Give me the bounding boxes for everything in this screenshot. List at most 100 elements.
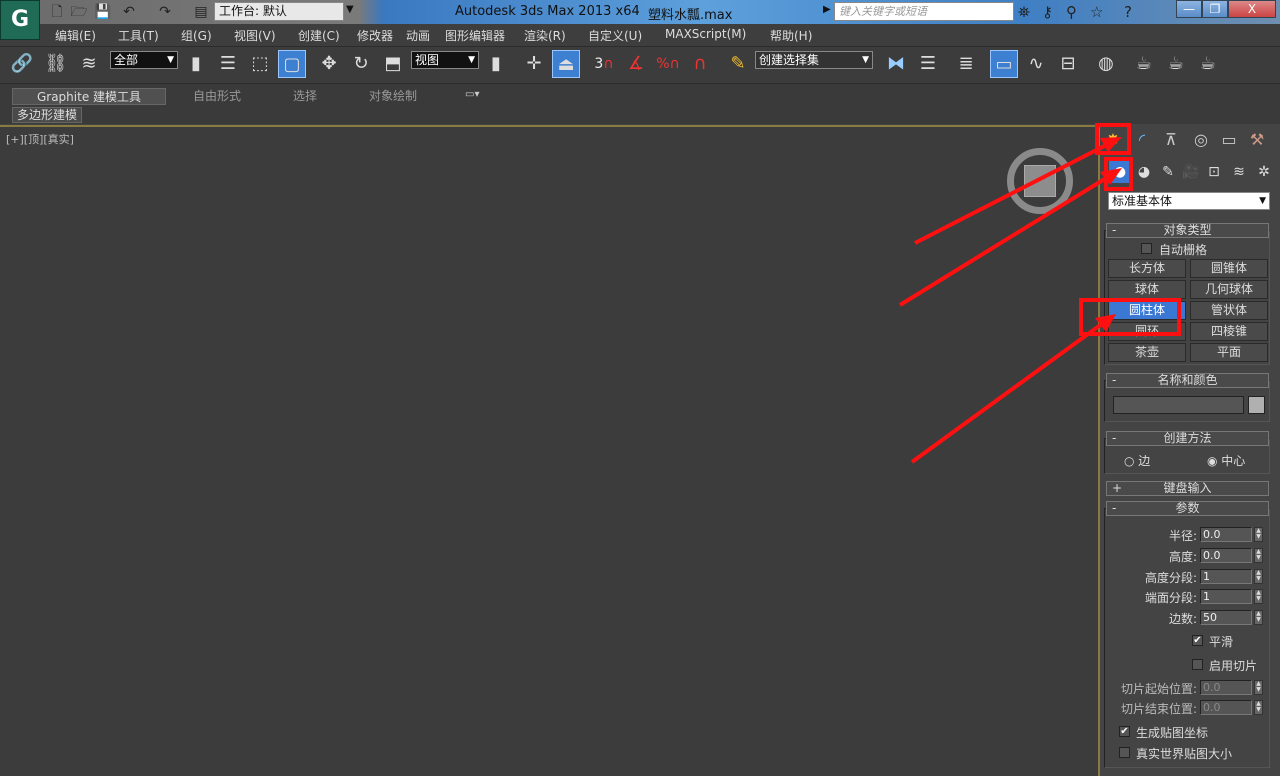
box-button[interactable]: 长方体 bbox=[1108, 259, 1186, 278]
cap-segs-spinner[interactable]: ▲ ▼ bbox=[1254, 589, 1263, 604]
menu-rendering[interactable]: 渲染(R) bbox=[524, 27, 566, 44]
edit-named-selection-icon[interactable]: ✎ bbox=[724, 50, 752, 78]
menu-maxscript[interactable]: MAXScript(M) bbox=[665, 27, 746, 41]
unlink-icon[interactable]: ⛓ bbox=[42, 50, 70, 78]
center-radio[interactable]: ◉ 中心 bbox=[1207, 452, 1245, 469]
tab-selection[interactable]: 选择 bbox=[268, 88, 342, 105]
tab-object-paint[interactable]: 对象绘制 bbox=[346, 88, 440, 105]
menu-modifiers[interactable]: 修改器 bbox=[357, 27, 393, 44]
name-color-header[interactable]: - 名称和颜色 bbox=[1106, 373, 1269, 388]
height-segs-spinner[interactable]: ▲ ▼ bbox=[1254, 569, 1263, 584]
edge-radio[interactable]: ○ 边 bbox=[1124, 452, 1150, 469]
menu-views[interactable]: 视图(V) bbox=[234, 27, 276, 44]
render-setup-icon[interactable]: ☕ bbox=[1130, 50, 1158, 78]
plane-button[interactable]: 平面 bbox=[1190, 343, 1268, 362]
render-production-icon[interactable]: ☕ bbox=[1194, 50, 1222, 78]
menu-create[interactable]: 创建(C) bbox=[298, 27, 340, 44]
object-type-header[interactable]: - 对象类型 bbox=[1106, 223, 1269, 238]
expand-search-icon[interactable]: ▶ bbox=[823, 4, 831, 15]
menu-group[interactable]: 组(G) bbox=[181, 27, 212, 44]
snap-toggle-icon[interactable]: 3∩ bbox=[590, 50, 618, 78]
schematic-view-icon[interactable]: ⊟ bbox=[1054, 50, 1082, 78]
tube-button[interactable]: 管状体 bbox=[1190, 301, 1268, 320]
satellite-icon[interactable]: ⚲ bbox=[1066, 3, 1077, 21]
menu-help[interactable]: 帮助(H) bbox=[770, 27, 812, 44]
undo-icon[interactable]: ↶ bbox=[120, 3, 138, 21]
close-button[interactable]: X bbox=[1228, 0, 1276, 18]
keyboard-shortcut-override-icon[interactable]: ⏏ bbox=[552, 50, 580, 78]
rect-selection-icon[interactable]: ⬚ bbox=[246, 50, 274, 78]
slice-to-spinner[interactable]: ▲ ▼ bbox=[1254, 700, 1263, 715]
binoculars-icon[interactable]: ⛯ bbox=[1018, 3, 1030, 21]
systems-icon[interactable]: ✲ bbox=[1253, 161, 1275, 183]
radius-field[interactable]: 0.0 bbox=[1200, 527, 1252, 542]
shapes-icon[interactable]: ◕ bbox=[1133, 161, 1155, 183]
manipulate-icon[interactable]: ✛ bbox=[520, 50, 548, 78]
geosphere-button[interactable]: 几何球体 bbox=[1190, 280, 1268, 299]
rotate-icon[interactable]: ↻ bbox=[347, 50, 375, 78]
height-spinner[interactable]: ▲ ▼ bbox=[1254, 548, 1263, 563]
torus-button[interactable]: 圆环 bbox=[1108, 322, 1186, 341]
select-object-icon[interactable]: ▮ bbox=[182, 50, 210, 78]
help-icon[interactable]: ? bbox=[1124, 3, 1132, 21]
selection-filter-dropdown[interactable]: 全部 bbox=[110, 51, 178, 69]
autogrid-checkbox[interactable] bbox=[1141, 243, 1152, 254]
pyramid-button[interactable]: 四棱锥 bbox=[1190, 322, 1268, 341]
app-menu-button[interactable]: G bbox=[0, 0, 40, 40]
sides-spinner[interactable]: ▲ ▼ bbox=[1254, 610, 1263, 625]
height-segs-field[interactable]: 1 bbox=[1200, 569, 1252, 584]
menu-tools[interactable]: 工具(T) bbox=[118, 27, 159, 44]
cylinder-button[interactable]: 圆柱体 bbox=[1108, 301, 1186, 320]
geometry-icon[interactable]: ● bbox=[1109, 161, 1131, 183]
tab-graphite-modeling[interactable]: Graphite 建模工具 bbox=[12, 88, 166, 105]
viewport-top[interactable] bbox=[0, 125, 1098, 776]
named-selection-dropdown[interactable]: 创建选择集 bbox=[755, 51, 873, 69]
menu-animation[interactable]: 动画 bbox=[406, 27, 430, 44]
scale-icon[interactable]: ⬒ bbox=[379, 50, 407, 78]
slice-from-field[interactable]: 0.0 bbox=[1200, 680, 1252, 695]
object-color-swatch[interactable] bbox=[1248, 396, 1265, 414]
minimize-button[interactable]: — bbox=[1176, 0, 1202, 18]
slice-to-field[interactable]: 0.0 bbox=[1200, 700, 1252, 715]
link-icon[interactable]: 🔗 bbox=[8, 50, 36, 78]
cap-segs-field[interactable]: 1 bbox=[1200, 589, 1252, 604]
hierarchy-tab-icon[interactable]: ⊼ bbox=[1158, 128, 1184, 152]
viewcube[interactable] bbox=[1024, 165, 1056, 197]
pivot-icon[interactable]: ▮ bbox=[482, 50, 510, 78]
select-by-name-icon[interactable]: ☰ bbox=[214, 50, 242, 78]
material-editor-icon[interactable]: ◍ bbox=[1092, 50, 1120, 78]
keyboard-entry-header[interactable]: + 键盘输入 bbox=[1106, 481, 1269, 496]
project-folder-icon[interactable]: ▤ bbox=[192, 3, 210, 21]
bind-space-warp-icon[interactable]: ≋ bbox=[75, 50, 103, 78]
create-tab-icon[interactable]: ✸ bbox=[1100, 128, 1126, 152]
sphere-button[interactable]: 球体 bbox=[1108, 280, 1186, 299]
motion-tab-icon[interactable]: ◎ bbox=[1188, 128, 1214, 152]
percent-snap-icon[interactable]: %∩ bbox=[654, 50, 682, 78]
gen-mapping-checkbox[interactable]: ✔ bbox=[1119, 726, 1130, 737]
parameters-header[interactable]: - 参数 bbox=[1106, 501, 1269, 516]
helpers-icon[interactable]: ⊡ bbox=[1203, 161, 1225, 183]
creation-method-header[interactable]: - 创建方法 bbox=[1106, 431, 1269, 446]
open-file-icon[interactable]: 🗁 bbox=[70, 3, 88, 21]
star-icon[interactable]: ☆ bbox=[1090, 3, 1103, 21]
workspace-dropdown[interactable]: 工作台: 默认 bbox=[214, 2, 344, 21]
window-crossing-icon[interactable]: ▢ bbox=[278, 50, 306, 78]
mirror-icon[interactable]: ⧓ bbox=[882, 50, 910, 78]
slice-on-checkbox[interactable] bbox=[1192, 659, 1203, 670]
tab-freeform[interactable]: 自由形式 bbox=[170, 88, 264, 105]
radius-spinner[interactable]: ▲ ▼ bbox=[1254, 527, 1263, 542]
height-field[interactable]: 0.0 bbox=[1200, 548, 1252, 563]
menu-graph-editors[interactable]: 图形编辑器 bbox=[445, 27, 505, 44]
teapot-button[interactable]: 茶壶 bbox=[1108, 343, 1186, 362]
space-warps-icon[interactable]: ≋ bbox=[1228, 161, 1250, 183]
move-icon[interactable]: ✥ bbox=[315, 50, 343, 78]
smooth-checkbox[interactable]: ✔ bbox=[1192, 635, 1203, 646]
viewport-label[interactable]: [+][顶][真实] bbox=[6, 131, 74, 147]
menu-edit[interactable]: 编辑(E) bbox=[55, 27, 96, 44]
menu-customize[interactable]: 自定义(U) bbox=[588, 27, 642, 44]
real-world-checkbox[interactable] bbox=[1119, 747, 1130, 758]
slice-from-spinner[interactable]: ▲ ▼ bbox=[1254, 680, 1263, 695]
graphite-toggle-icon[interactable]: ▭ bbox=[990, 50, 1018, 78]
redo-icon[interactable]: ↷ bbox=[156, 3, 174, 21]
angle-snap-icon[interactable]: ∡ bbox=[622, 50, 650, 78]
